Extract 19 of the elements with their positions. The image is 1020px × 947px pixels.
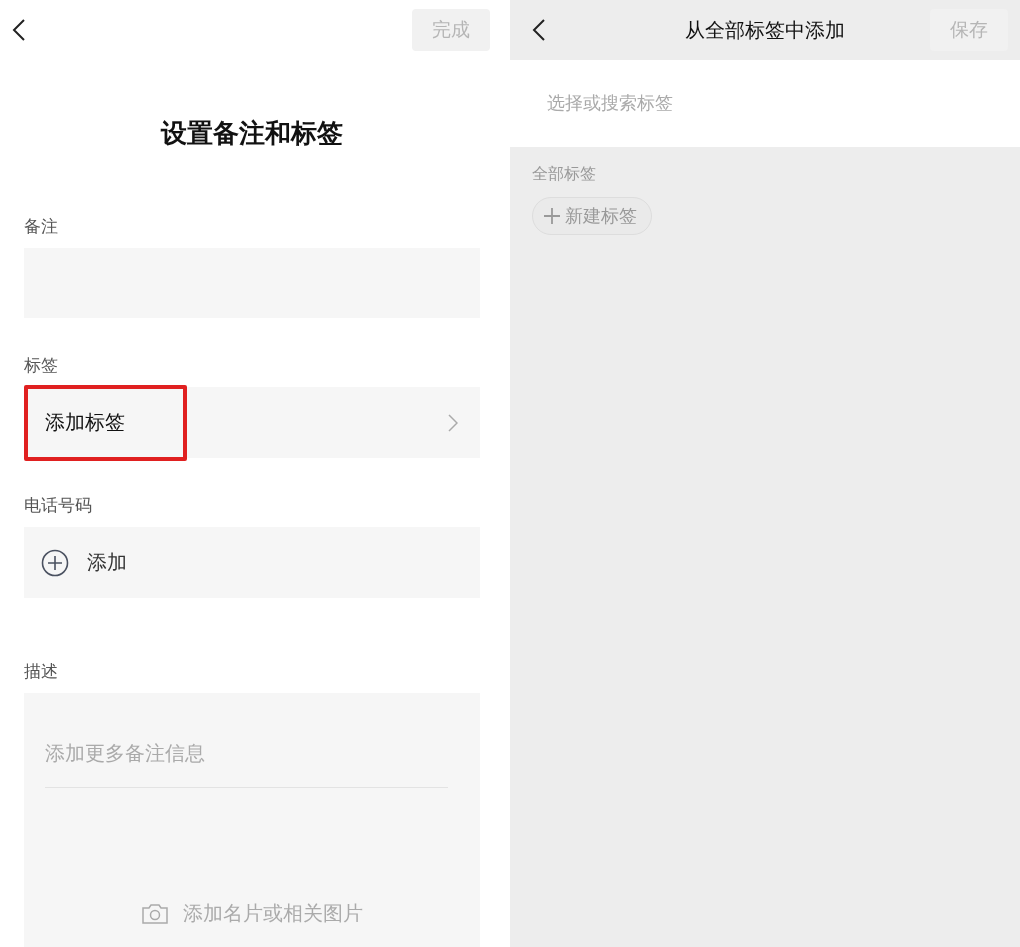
- page-title: 设置备注和标签: [159, 117, 344, 150]
- plus-circle-icon: [41, 548, 69, 577]
- add-phone-row[interactable]: 添加: [24, 527, 480, 598]
- back-icon[interactable]: [12, 18, 26, 42]
- add-tag-row[interactable]: 添加标签: [24, 387, 480, 458]
- field-label: 标签: [24, 355, 59, 377]
- description-field[interactable]: 添加更多备注信息: [45, 719, 448, 788]
- header-title: 从全部标签中添加: [685, 17, 845, 43]
- new-tag-button[interactable]: 新建标签: [532, 197, 652, 235]
- add-phone-label: 添加: [87, 550, 127, 575]
- field-label: 电话号码: [24, 495, 93, 517]
- field-label: 备注: [24, 216, 59, 238]
- field-label: 描述: [24, 661, 59, 683]
- add-tag-label: 添加标签: [45, 410, 125, 435]
- back-icon[interactable]: [532, 18, 546, 42]
- add-photo-label[interactable]: 添加名片或相关图片: [182, 900, 363, 927]
- plus-icon: [543, 207, 561, 225]
- chevron-right-icon: [448, 413, 458, 432]
- section-label: 全部标签: [532, 164, 597, 184]
